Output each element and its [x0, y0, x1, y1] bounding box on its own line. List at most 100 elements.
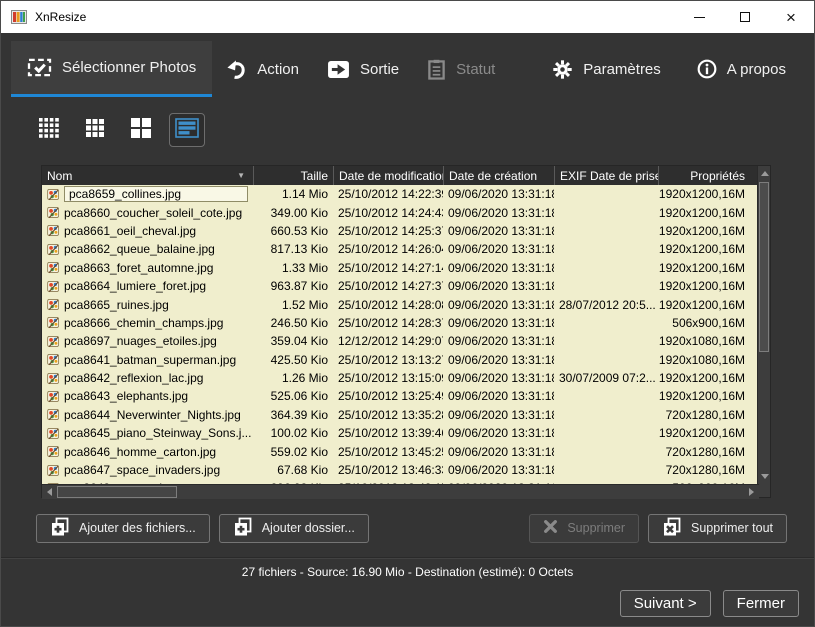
add-folder-button[interactable]: Ajouter dossier... — [219, 514, 369, 543]
tab-label: Action — [257, 61, 299, 78]
table-row[interactable]: pca8662_queue_balaine.jpg817.13 Kio25/10… — [42, 240, 759, 258]
vertical-scrollbar[interactable] — [757, 166, 770, 484]
cell-modified: 25/10/2012 14:22:39 — [333, 187, 443, 201]
column-header-5[interactable]: Propriétés — [658, 166, 759, 185]
table-row[interactable]: pca8641_batman_superman.jpg425.50 Kio25/… — [42, 351, 759, 369]
cell-created: 09/06/2020 13:31:18 — [443, 298, 554, 312]
view-thumbnails-large-button[interactable] — [123, 113, 159, 147]
table-row[interactable]: pca8665_ruines.jpg1.52 Mio25/10/2012 14:… — [42, 295, 759, 313]
file-name-selected: pca8659_collines.jpg — [64, 186, 248, 202]
tab-a-propos[interactable]: A propos — [683, 41, 800, 97]
remove-all-button[interactable]: Supprimer tout — [648, 514, 787, 543]
minimize-button[interactable] — [676, 1, 722, 33]
image-file-icon — [47, 390, 60, 403]
column-label: Taille — [301, 169, 328, 183]
horizontal-scrollbar[interactable] — [42, 484, 759, 499]
cell-created: 09/06/2020 13:31:18 — [443, 389, 554, 403]
table-row[interactable]: pca8661_oeil_cheval.jpg660.53 Kio25/10/2… — [42, 222, 759, 240]
table-row[interactable]: pca8660_coucher_soleil_cote.jpg349.00 Ki… — [42, 203, 759, 221]
view-thumbnails-small-button[interactable] — [31, 113, 67, 147]
cell-modified: 25/10/2012 13:45:25 — [333, 445, 443, 459]
table-row[interactable]: pca8647_space_invaders.jpg67.68 Kio25/10… — [42, 461, 759, 479]
image-file-icon — [47, 353, 60, 366]
tab-label: Paramètres — [583, 61, 661, 78]
table-row[interactable]: pca8663_foret_automne.jpg1.33 Mio25/10/2… — [42, 259, 759, 277]
grid-medium-icon — [85, 118, 105, 143]
cell-name: pca8662_queue_balaine.jpg — [42, 242, 253, 256]
image-file-icon — [47, 372, 60, 385]
table-row[interactable]: pca8659_collines.jpg1.14 Mio25/10/2012 1… — [42, 185, 759, 203]
remove-all-label: Supprimer tout — [691, 521, 773, 535]
image-file-icon — [47, 427, 60, 440]
table-row[interactable]: pca8644_Neverwinter_Nights.jpg364.39 Kio… — [42, 406, 759, 424]
close-button[interactable]: × — [768, 1, 814, 33]
table-row[interactable]: pca8643_elephants.jpg525.06 Kio25/10/201… — [42, 387, 759, 405]
tab-selectionner-photos[interactable]: Sélectionner Photos — [11, 41, 212, 97]
cell-exif: 28/07/2012 20:5... — [554, 298, 658, 312]
status-text: 27 fichiers - Source: 16.90 Mio - Destin… — [242, 565, 573, 579]
cell-modified: 25/10/2012 14:27:37 — [333, 279, 443, 293]
cell-name: pca8642_reflexion_lac.jpg — [42, 371, 253, 385]
column-header-3[interactable]: Date de création — [443, 166, 554, 185]
table-row[interactable]: pca8646_homme_carton.jpg559.02 Kio25/10/… — [42, 442, 759, 460]
next-button[interactable]: Suivant > — [620, 590, 711, 617]
vertical-scroll-thumb[interactable] — [759, 182, 769, 352]
cell-size: 246.50 Kio — [253, 316, 333, 330]
close-icon: × — [786, 9, 796, 26]
tab-parametres[interactable]: Paramètres — [538, 41, 675, 97]
column-header-0[interactable]: Nom ▼ — [42, 166, 253, 185]
column-header-4[interactable]: EXIF Date de prise — [554, 166, 658, 185]
cell-name: pca8660_coucher_soleil_cote.jpg — [42, 206, 253, 220]
cell-props: 1920x1200,16M — [658, 371, 759, 385]
cell-modified: 25/10/2012 14:24:43 — [333, 206, 443, 220]
remove-button: Supprimer — [529, 514, 639, 543]
cell-name: pca8644_Neverwinter_Nights.jpg — [42, 408, 253, 422]
cell-size: 100.02 Kio — [253, 426, 333, 440]
status-bar: 27 fichiers - Source: 16.90 Mio - Destin… — [1, 565, 814, 579]
table-row[interactable]: pca8664_lumiere_foret.jpg963.87 Kio25/10… — [42, 277, 759, 295]
scroll-right-icon[interactable] — [749, 488, 754, 496]
file-name: pca8662_queue_balaine.jpg — [64, 242, 215, 256]
image-file-icon — [47, 280, 60, 293]
cell-modified: 25/10/2012 13:35:28 — [333, 408, 443, 422]
cell-name: pca8697_nuages_etoiles.jpg — [42, 334, 253, 348]
minimize-icon — [694, 17, 705, 18]
table-row[interactable]: pca8645_piano_Steinway_Sons.j...100.02 K… — [42, 424, 759, 442]
close-window-button[interactable]: Fermer — [723, 590, 799, 617]
cell-size: 425.50 Kio — [253, 353, 333, 367]
cell-props: 720x1280,16M — [658, 463, 759, 477]
column-label: Nom — [47, 169, 72, 183]
column-header-1[interactable]: Taille — [253, 166, 333, 185]
file-name: pca8641_batman_superman.jpg — [64, 353, 236, 367]
cell-props: 1920x1200,16M — [658, 187, 759, 201]
cell-created: 09/06/2020 13:31:18 — [443, 242, 554, 256]
maximize-button[interactable] — [722, 1, 768, 33]
cell-name: pca8661_oeil_cheval.jpg — [42, 224, 253, 238]
tab-action[interactable]: Action — [212, 41, 313, 97]
title-bar: XnResize × — [1, 1, 814, 33]
app-logo-icon — [11, 9, 27, 25]
add-files-button[interactable]: Ajouter des fichiers... — [36, 514, 210, 543]
column-header-2[interactable]: Date de modification — [333, 166, 443, 185]
view-thumbnails-medium-button[interactable] — [77, 113, 113, 147]
table-row[interactable]: pca8697_nuages_etoiles.jpg359.04 Kio12/1… — [42, 332, 759, 350]
tab-sortie[interactable]: Sortie — [313, 41, 413, 97]
tab-statut: Statut — [413, 41, 509, 97]
file-name: pca8660_coucher_soleil_cote.jpg — [64, 206, 242, 220]
scroll-down-icon[interactable] — [761, 474, 769, 479]
column-label: EXIF Date de prise — [560, 169, 658, 183]
sort-indicator-icon[interactable]: ▼ — [237, 171, 248, 180]
view-mode-toolbar — [31, 113, 205, 147]
cell-size: 963.87 Kio — [253, 279, 333, 293]
table-row[interactable]: pca8666_chemin_champs.jpg246.50 Kio25/10… — [42, 314, 759, 332]
scroll-up-icon[interactable] — [761, 171, 769, 176]
cell-size: 817.13 Kio — [253, 242, 333, 256]
scroll-left-icon[interactable] — [47, 488, 52, 496]
cell-props: 1920x1080,16M — [658, 353, 759, 367]
cell-modified: 25/10/2012 14:27:14 — [333, 261, 443, 275]
horizontal-scroll-thumb[interactable] — [57, 486, 177, 498]
view-details-list-button[interactable] — [169, 113, 205, 147]
table-row[interactable]: pca8642_reflexion_lac.jpg1.26 Mio25/10/2… — [42, 369, 759, 387]
select-photos-icon — [27, 57, 52, 78]
window-title: XnResize — [35, 10, 86, 24]
